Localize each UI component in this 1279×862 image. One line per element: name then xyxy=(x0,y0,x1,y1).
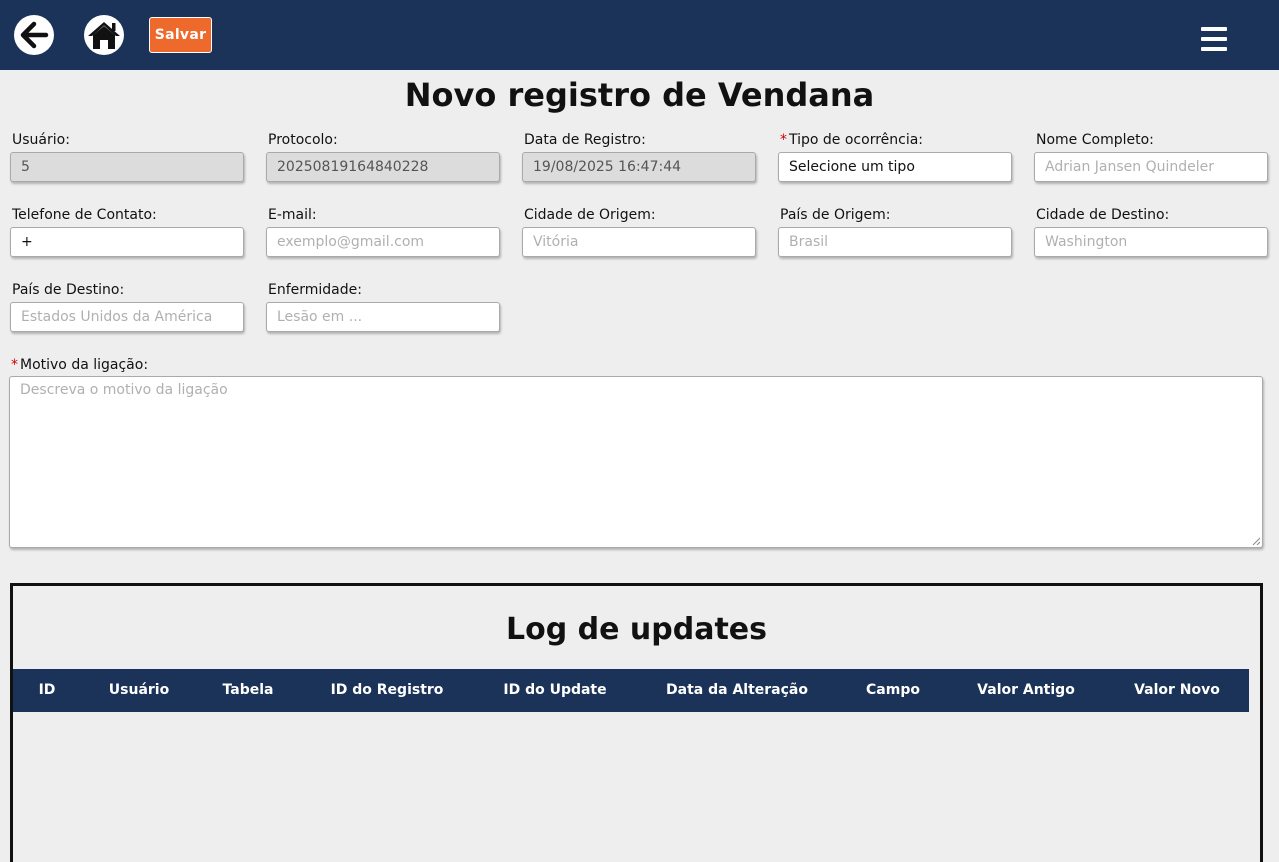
motivo-label-text: Motivo da ligação: xyxy=(20,357,149,373)
cidade-origem-input[interactable]: Vitória xyxy=(522,227,756,257)
pais-destino-label: País de Destino: xyxy=(12,282,125,298)
usuario-input[interactable]: 5 xyxy=(10,152,244,182)
log-table-header: ID Usuário Tabela ID do Registro ID do U… xyxy=(13,669,1249,712)
column-header-valor-antigo[interactable]: Valor Antigo xyxy=(947,669,1105,712)
motivo-label: * Motivo da ligação: xyxy=(11,356,1263,374)
email-label: E-mail: xyxy=(268,207,317,223)
column-header-id-registro[interactable]: ID do Registro xyxy=(299,669,475,712)
pais-origem-field: País de Origem: Brasil xyxy=(778,206,1012,257)
motivo-field: * Motivo da ligação: Descreva o motivo da… xyxy=(9,356,1263,548)
nome-completo-field: Nome Completo: Adrian Jansen Quindeler xyxy=(1034,131,1268,182)
motivo-placeholder: Descreva o motivo da ligação xyxy=(20,382,228,398)
required-mark: * xyxy=(11,357,18,373)
cidade-origem-label: Cidade de Origem: xyxy=(524,207,656,223)
pais-origem-label: País de Origem: xyxy=(780,207,891,223)
column-header-id[interactable]: ID xyxy=(13,669,81,712)
home-icon xyxy=(88,22,120,49)
data-registro-label: Data de Registro: xyxy=(524,132,646,148)
data-registro-field: Data de Registro: 19/08/2025 16:47:44 xyxy=(522,131,756,182)
back-button[interactable] xyxy=(14,15,54,55)
cidade-destino-label: Cidade de Destino: xyxy=(1036,207,1170,223)
protocolo-input[interactable]: 20250819164840228 xyxy=(266,152,500,182)
protocolo-label: Protocolo: xyxy=(268,132,338,148)
hamburger-menu-icon[interactable] xyxy=(1199,26,1229,52)
column-header-valor-novo[interactable]: Valor Novo xyxy=(1105,669,1249,712)
home-button[interactable] xyxy=(84,15,124,55)
email-field: E-mail: exemplo@gmail.com xyxy=(266,206,500,257)
email-input[interactable]: exemplo@gmail.com xyxy=(266,227,500,257)
cidade-origem-field: Cidade de Origem: Vitória xyxy=(522,206,756,257)
tipo-ocorrencia-field: * Tipo de ocorrência: Selecione um tipo xyxy=(778,131,1012,182)
tipo-ocorrencia-select[interactable]: Selecione um tipo xyxy=(778,152,1012,182)
pais-destino-field: País de Destino: Estados Unidos da Améri… xyxy=(10,281,244,332)
pais-origem-input[interactable]: Brasil xyxy=(778,227,1012,257)
page-title: Novo registro de Vendana xyxy=(404,76,875,114)
arrow-left-icon xyxy=(20,21,49,49)
resize-grip-icon[interactable] xyxy=(1252,537,1260,545)
column-header-tabela[interactable]: Tabela xyxy=(197,669,299,712)
column-header-usuario[interactable]: Usuário xyxy=(81,669,197,712)
save-button[interactable]: Salvar xyxy=(149,17,212,53)
nome-completo-label: Nome Completo: xyxy=(1036,132,1154,148)
usuario-field: Usuário: 5 xyxy=(10,131,244,182)
required-mark: * xyxy=(780,132,787,148)
nome-completo-input[interactable]: Adrian Jansen Quindeler xyxy=(1034,152,1268,182)
log-title: Log de updates xyxy=(505,612,767,647)
telefone-input[interactable]: + xyxy=(10,227,244,257)
data-registro-input[interactable]: 19/08/2025 16:47:44 xyxy=(522,152,756,182)
enfermidade-field: Enfermidade: Lesão em ... xyxy=(266,281,500,332)
cidade-destino-field: Cidade de Destino: Washington xyxy=(1034,206,1268,257)
tipo-ocorrencia-label: * Tipo de ocorrência: xyxy=(780,131,1012,149)
log-panel: Log de updates ID Usuário Tabela ID do R… xyxy=(10,583,1263,862)
enfermidade-label: Enfermidade: xyxy=(268,282,362,298)
column-header-id-update[interactable]: ID do Update xyxy=(475,669,635,712)
column-header-campo[interactable]: Campo xyxy=(839,669,947,712)
top-navbar: Salvar xyxy=(0,0,1279,70)
telefone-field: Telefone de Contato: + xyxy=(10,206,244,257)
telefone-label: Telefone de Contato: xyxy=(12,207,157,223)
usuario-label: Usuário: xyxy=(12,132,70,148)
column-header-data-alteracao[interactable]: Data da Alteração xyxy=(635,669,839,712)
protocolo-field: Protocolo: 20250819164840228 xyxy=(266,131,500,182)
enfermidade-input[interactable]: Lesão em ... xyxy=(266,302,500,332)
cidade-destino-input[interactable]: Washington xyxy=(1034,227,1268,257)
motivo-textarea[interactable]: Descreva o motivo da ligação xyxy=(9,376,1263,548)
tipo-ocorrencia-label-text: Tipo de ocorrência: xyxy=(789,132,924,148)
pais-destino-input[interactable]: Estados Unidos da América xyxy=(10,302,244,332)
